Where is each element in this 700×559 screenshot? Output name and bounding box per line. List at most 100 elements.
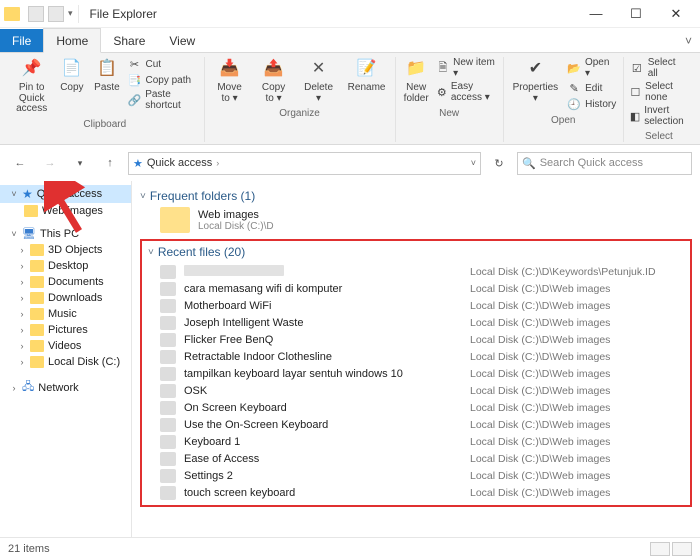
recent-file-item[interactable]: cara memasang wifi di komputerLocal Disk…: [148, 280, 684, 297]
tab-home[interactable]: Home: [43, 28, 101, 53]
copy-to-button[interactable]: 📤 Copy to ▾: [255, 57, 293, 104]
cut-button[interactable]: ✂Cut: [128, 57, 198, 71]
ribbon-tabs: File Home Share View ˅: [0, 28, 700, 53]
file-name: Use the On-Screen Keyboard: [184, 419, 470, 431]
breadcrumb-crumb[interactable]: Quick access: [147, 157, 212, 169]
recent-file-item[interactable]: Ease of AccessLocal Disk (C:)\D\Web imag…: [148, 450, 684, 467]
back-button[interactable]: ←: [8, 151, 32, 175]
recent-files-header[interactable]: ˅ Recent files (20): [148, 245, 684, 259]
recent-file-item[interactable]: Retractable Indoor ClotheslineLocal Disk…: [148, 348, 684, 365]
up-button[interactable]: ↑: [98, 151, 122, 175]
file-name: touch screen keyboard: [184, 487, 470, 499]
sidebar-item[interactable]: ›Music: [0, 306, 131, 322]
folder-path: Local Disk (C:)\D: [198, 221, 274, 232]
sidebar-item[interactable]: ›Pictures: [0, 322, 131, 338]
delete-button[interactable]: ✕ Delete ▾: [299, 57, 339, 104]
sidebar-item-this-pc[interactable]: ˅🖥 This PC: [0, 225, 131, 242]
sidebar-item[interactable]: ›Local Disk (C:): [0, 354, 131, 370]
sidebar-item[interactable]: ›Documents: [0, 274, 131, 290]
copy-path-button[interactable]: 📑Copy path: [128, 73, 198, 87]
recent-file-item[interactable]: OSKLocal Disk (C:)\D\Web images: [148, 382, 684, 399]
icons-view-button[interactable]: [672, 542, 692, 556]
file-path: Local Disk (C:)\D\Web images: [470, 436, 610, 448]
qat-button[interactable]: [48, 6, 64, 22]
file-icon: [160, 282, 176, 296]
sidebar-item[interactable]: ›Desktop: [0, 258, 131, 274]
recent-file-item[interactable]: Flicker Free BenQLocal Disk (C:)\D\Web i…: [148, 331, 684, 348]
qat-button[interactable]: [28, 6, 44, 22]
copy-button[interactable]: 📄 Copy: [57, 57, 86, 94]
chevron-down-icon: ˅: [140, 191, 146, 202]
recent-file-item[interactable]: Joseph Intelligent WasteLocal Disk (C:)\…: [148, 314, 684, 331]
copy-to-icon: 📤: [262, 57, 286, 81]
file-icon: [160, 333, 176, 347]
details-view-button[interactable]: [650, 542, 670, 556]
new-item-button[interactable]: 🗎New item ▾: [437, 57, 497, 79]
sidebar-item-web-images[interactable]: Web images: [0, 203, 131, 219]
invert-selection-button[interactable]: ◧Invert selection: [630, 105, 688, 127]
breadcrumb[interactable]: ★ Quick access › ˅: [128, 152, 481, 175]
easy-access-button[interactable]: ⚙Easy access ▾: [437, 81, 497, 103]
sidebar-item-quick-access[interactable]: ˅★ Quick access: [0, 185, 131, 203]
ribbon-collapse-button[interactable]: ˅: [677, 30, 700, 52]
move-to-button[interactable]: 📥 Move to ▾: [211, 57, 249, 104]
ribbon-group-organize: 📥 Move to ▾ 📤 Copy to ▾ ✕ Delete ▾ 📝 Ren…: [204, 57, 395, 142]
recent-file-item[interactable]: Use the On-Screen KeyboardLocal Disk (C:…: [148, 416, 684, 433]
new-item-icon: 🗎: [437, 61, 449, 75]
address-dropdown[interactable]: ˅: [471, 158, 476, 168]
recent-file-item[interactable]: Keyboard 1Local Disk (C:)\D\Web images: [148, 433, 684, 450]
file-name: [184, 265, 470, 279]
ribbon-group-clipboard: 📌 Pin to Quick access 📄 Copy 📋 Paste ✂Cu…: [6, 57, 204, 142]
file-name: Joseph Intelligent Waste: [184, 317, 470, 329]
recent-file-item[interactable]: Motherboard WiFiLocal Disk (C:)\D\Web im…: [148, 297, 684, 314]
minimize-button[interactable]: ―: [576, 0, 616, 28]
refresh-button[interactable]: ↻: [487, 157, 511, 170]
frequent-folder-item[interactable]: Web images Local Disk (C:)\D: [160, 207, 692, 233]
select-none-button[interactable]: ☐Select none: [630, 81, 688, 103]
paste-shortcut-button[interactable]: 🔗Paste shortcut: [128, 89, 198, 111]
recent-file-item[interactable]: Settings 2Local Disk (C:)\D\Web images: [148, 467, 684, 484]
qat-dropdown[interactable]: ▾: [68, 8, 73, 19]
new-folder-button[interactable]: 📁 New folder: [402, 57, 431, 104]
sidebar-item[interactable]: ›Downloads: [0, 290, 131, 306]
file-name: On Screen Keyboard: [184, 402, 470, 414]
tab-file[interactable]: File: [0, 29, 43, 52]
sidebar-item[interactable]: ›3D Objects: [0, 242, 131, 258]
pin-to-quick-access-button[interactable]: 📌 Pin to Quick access: [12, 57, 51, 115]
quick-access-icon: ★: [133, 157, 143, 170]
forward-button[interactable]: →: [38, 151, 62, 175]
open-button[interactable]: 📂Open ▾: [567, 57, 617, 79]
frequent-folders-header[interactable]: ˅ Frequent folders (1): [140, 189, 692, 203]
search-icon: 🔍: [522, 157, 536, 170]
recent-file-item[interactable]: On Screen KeyboardLocal Disk (C:)\D\Web …: [148, 399, 684, 416]
properties-button[interactable]: ✔ Properties ▾: [510, 57, 561, 104]
select-all-icon: ☑: [630, 61, 644, 75]
maximize-button[interactable]: ☐: [616, 0, 656, 28]
paste-button[interactable]: 📋 Paste: [92, 57, 121, 94]
edit-button[interactable]: ✎Edit: [567, 81, 617, 95]
recent-file-item[interactable]: Local Disk (C:)\D\Keywords\Petunjuk.ID: [148, 263, 684, 280]
folder-icon: [24, 205, 38, 217]
file-icon: [160, 401, 176, 415]
recent-locations-button[interactable]: ▾: [68, 151, 92, 175]
file-icon: [160, 452, 176, 466]
recent-file-item[interactable]: touch screen keyboardLocal Disk (C:)\D\W…: [148, 484, 684, 501]
rename-button[interactable]: 📝 Rename: [345, 57, 389, 94]
file-path: Local Disk (C:)\D\Web images: [470, 317, 610, 329]
close-button[interactable]: ✕: [656, 0, 696, 28]
recent-file-item[interactable]: tampilkan keyboard layar sentuh windows …: [148, 365, 684, 382]
annotation-highlight-box: ˅ Recent files (20) Local Disk (C:)\D\Ke…: [140, 239, 692, 507]
history-button[interactable]: 🕘History: [567, 97, 617, 111]
select-all-button[interactable]: ☑Select all: [630, 57, 688, 79]
tab-share[interactable]: Share: [101, 29, 157, 52]
group-label: New: [439, 106, 459, 119]
select-none-icon: ☐: [630, 85, 641, 99]
search-input[interactable]: 🔍 Search Quick access: [517, 152, 692, 175]
app-icon: [4, 7, 20, 21]
sidebar-item[interactable]: ›Videos: [0, 338, 131, 354]
sidebar-item-network[interactable]: ›🖧 Network: [0, 376, 131, 399]
file-path: Local Disk (C:)\D\Web images: [470, 300, 610, 312]
file-icon: [160, 316, 176, 330]
tab-view[interactable]: View: [157, 29, 207, 52]
file-path: Local Disk (C:)\D\Keywords\Petunjuk.ID: [470, 266, 656, 278]
